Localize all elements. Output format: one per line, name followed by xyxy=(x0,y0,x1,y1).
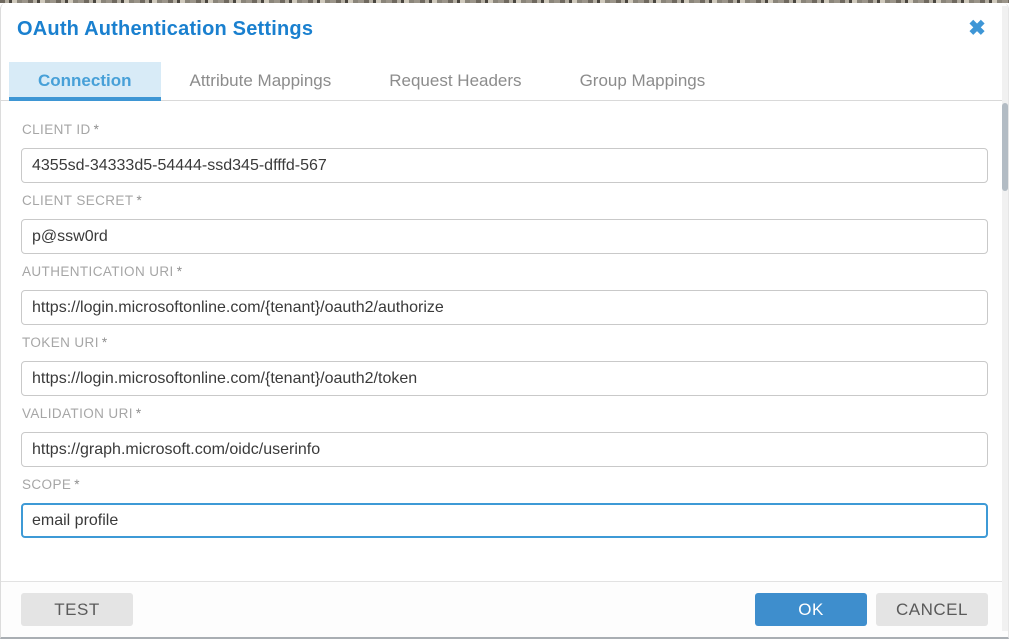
required-asterisk: * xyxy=(102,335,108,350)
field-scope: SCOPE* xyxy=(21,477,988,538)
field-label: AUTHENTICATION URI xyxy=(22,264,174,279)
page-title: OAuth Authentication Settings xyxy=(17,18,313,40)
close-button[interactable]: ✖ xyxy=(964,16,990,42)
dialog-footer: TEST OK CANCEL xyxy=(1,581,1008,637)
tab-request-headers[interactable]: Request Headers xyxy=(360,62,550,100)
client-secret-input[interactable] xyxy=(21,219,988,254)
validation-uri-input[interactable] xyxy=(21,432,988,467)
field-client-secret: CLIENT SECRET* xyxy=(21,193,988,254)
tab-label: Group Mappings xyxy=(580,71,706,91)
connection-form: CLIENT ID* CLIENT SECRET* AUTHENTICATION… xyxy=(1,101,1008,538)
tab-label: Attribute Mappings xyxy=(190,71,332,91)
token-uri-input[interactable] xyxy=(21,361,988,396)
required-asterisk: * xyxy=(94,122,100,137)
ok-button[interactable]: OK xyxy=(755,593,867,626)
scope-input[interactable] xyxy=(21,503,988,538)
tab-bar: Connection Attribute Mappings Request He… xyxy=(1,62,1008,101)
tab-attribute-mappings[interactable]: Attribute Mappings xyxy=(161,62,361,100)
scrollbar-thumb[interactable] xyxy=(1002,103,1008,191)
field-label: TOKEN URI xyxy=(22,335,99,350)
field-label: CLIENT SECRET xyxy=(22,193,133,208)
field-label: CLIENT ID xyxy=(22,122,91,137)
required-asterisk: * xyxy=(74,477,80,492)
close-icon: ✖ xyxy=(968,17,986,40)
dialog-header: OAuth Authentication Settings ✖ xyxy=(1,3,1008,62)
tab-label: Connection xyxy=(38,71,132,91)
tab-label: Request Headers xyxy=(389,71,521,91)
field-authentication-uri: AUTHENTICATION URI* xyxy=(21,264,988,325)
required-asterisk: * xyxy=(136,193,142,208)
field-label: SCOPE xyxy=(22,477,71,492)
client-id-input[interactable] xyxy=(21,148,988,183)
oauth-settings-dialog: OAuth Authentication Settings ✖ Connecti… xyxy=(0,3,1009,639)
required-asterisk: * xyxy=(136,406,142,421)
scrollbar-track[interactable] xyxy=(1002,6,1008,631)
field-client-id: CLIENT ID* xyxy=(21,122,988,183)
tab-group-mappings[interactable]: Group Mappings xyxy=(551,62,735,100)
field-label: VALIDATION URI xyxy=(22,406,133,421)
cancel-button[interactable]: CANCEL xyxy=(876,593,988,626)
field-token-uri: TOKEN URI* xyxy=(21,335,988,396)
field-validation-uri: VALIDATION URI* xyxy=(21,406,988,467)
test-button[interactable]: TEST xyxy=(21,593,133,626)
authentication-uri-input[interactable] xyxy=(21,290,988,325)
tab-connection[interactable]: Connection xyxy=(9,62,161,100)
required-asterisk: * xyxy=(177,264,183,279)
